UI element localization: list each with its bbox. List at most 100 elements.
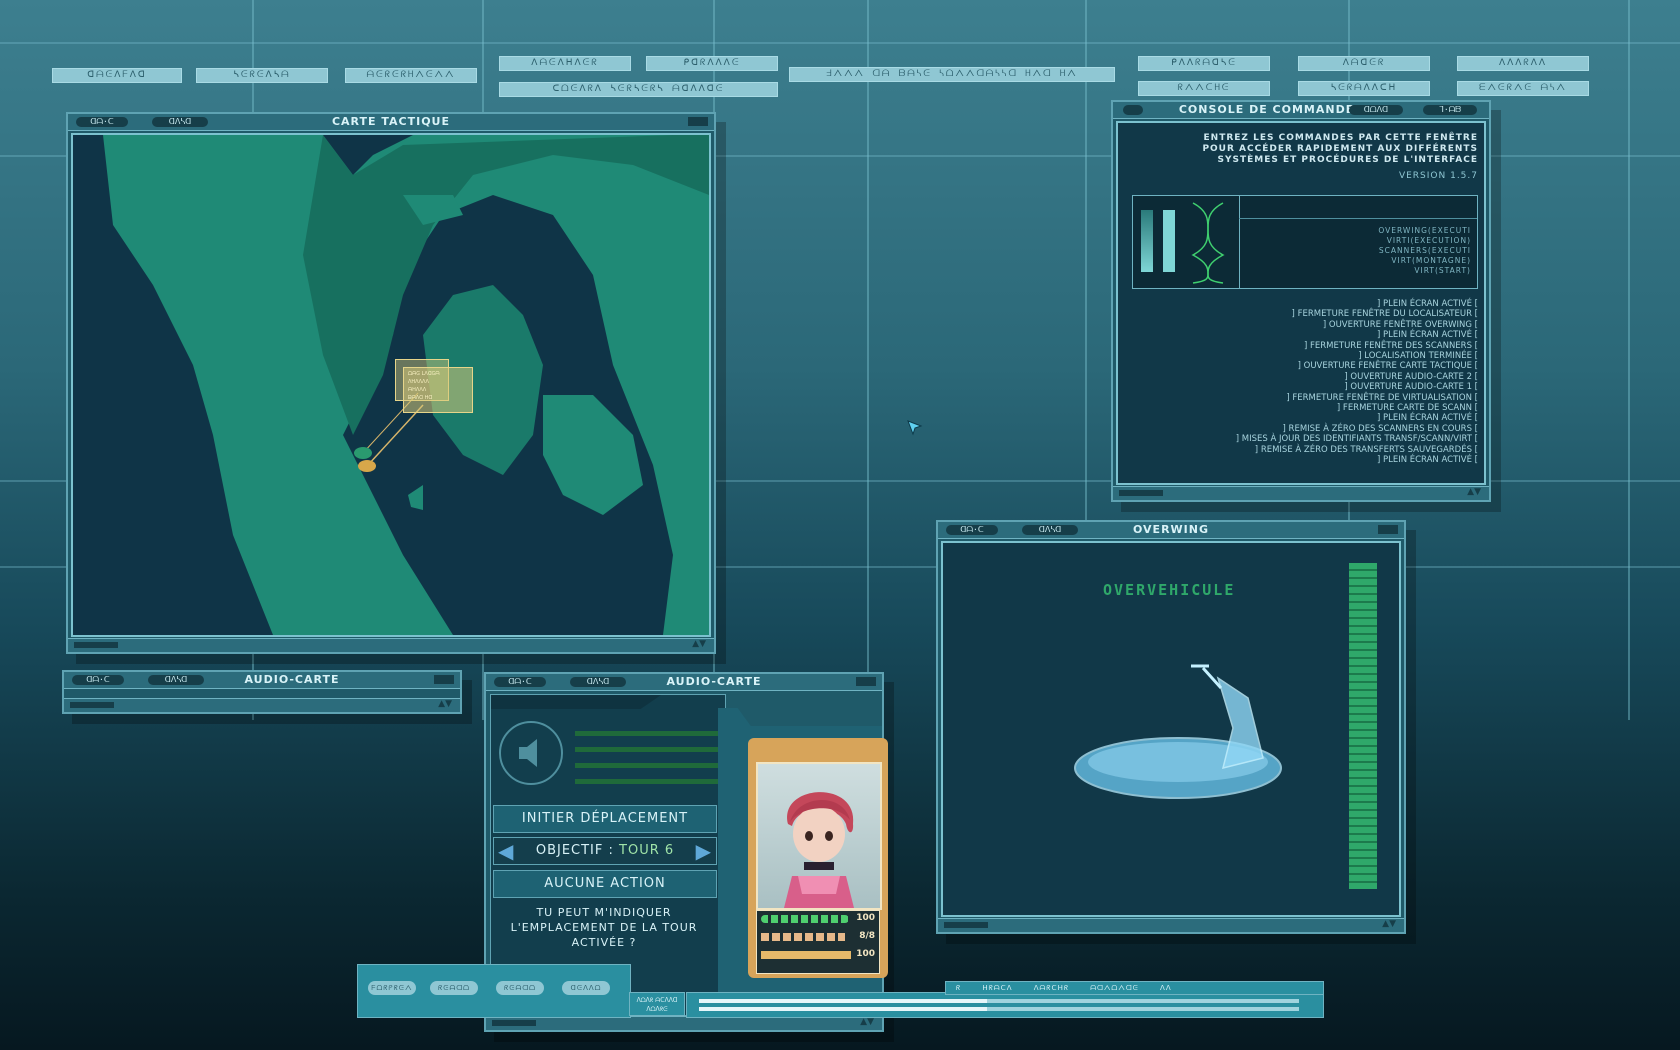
top-menu-button[interactable]: ᖇᐱᐱᑕᕼᕮ	[1138, 81, 1270, 96]
window-title: AUDIO-CARTE	[666, 675, 762, 688]
map-terrain	[73, 135, 709, 635]
progress-track	[699, 999, 1299, 1003]
resize-handle-icon[interactable]	[1119, 490, 1163, 496]
stat-value: 8/8	[859, 931, 875, 941]
initiate-move-button[interactable]: INITIER DÉPLACEMENT	[493, 805, 717, 833]
window-status-bar: ▲▼	[486, 1016, 882, 1030]
log-line: ] FERMETURE FENÊTRE DU LOCALISATEUR [	[1291, 309, 1478, 320]
console-body[interactable]: ENTREZ LES COMMANDES PAR CETTE FENÊTRE P…	[1116, 121, 1486, 485]
window-title: CARTE TACTIQUE	[331, 115, 451, 128]
tactical-map[interactable]: ᗝᗩᕮ ᒪᐱᗡᕮᗩ ᐱᕼᐱᐱᐱᐱ ᗩᕼᐱᐱᐱ ᗷᗩᐱᗡ ᕼᗡ	[71, 133, 711, 637]
status-item: ᗩᗡᐱᗝᐱᗡᕮ	[1090, 984, 1139, 992]
overwing-hologram-icon	[1074, 664, 1282, 799]
scroll-arrows-icon[interactable]: ▲▼	[1382, 919, 1396, 929]
log-line: ] OUVERTURE FENÊTRE OVERWING [	[1322, 319, 1478, 330]
panel-chip-button[interactable]: ᖴᗝᖇᑭᖇᕮᐱ	[368, 981, 416, 995]
overwing-viewer[interactable]: OVERVEHICULE	[941, 541, 1401, 917]
window-controls-icon[interactable]	[1378, 525, 1398, 534]
log-line: ] OUVERTURE AUDIO-CARTE 2 [	[1344, 371, 1478, 382]
top-menu-button[interactable]: ᐱᗩᕮᐱᕼᐱᕮᖇ	[499, 56, 631, 71]
log-line: ] PLEIN ÉCRAN ACTIVÉ [	[1376, 455, 1478, 466]
window-pill[interactable]: ᗡᗩ·ᑕ	[72, 675, 124, 685]
audio-titlebar[interactable]: ᗡᗩ·ᑕ ᗡᐱᓴᗡ AUDIO-CARTE	[486, 674, 882, 691]
top-menu-button[interactable]: ᐱᗩᗡᕮᖇ	[1298, 56, 1430, 71]
tooltip-line: ᐱᕼᐱᐱᐱᐱ	[408, 379, 429, 385]
next-objective-icon[interactable]: ▶	[696, 838, 712, 864]
mouse-cursor-icon	[907, 420, 923, 436]
unit-marker-icon[interactable]	[354, 447, 372, 459]
log-line: ] REMISE À ZÉRO DES SCANNERS EN COURS [	[1282, 423, 1478, 434]
window-status-bar: ▲▼	[1113, 486, 1489, 500]
objective-selector[interactable]: ◀ OBJECTIF : TOUR 6 ▶	[493, 837, 717, 865]
log-line: ] OUVERTURE FENÊTRE CARTE TACTIQUE [	[1297, 361, 1478, 372]
progress-fill	[699, 999, 987, 1003]
window-pill[interactable]: ᗡᗝᐱᗡ	[1349, 105, 1403, 115]
status-item: ᖇ	[956, 984, 962, 992]
overwing-window: ᗡᗩ·ᑕ ᗡᐱᓴᗡ OVERWING OVERVEHICULE ▲▼	[936, 520, 1406, 934]
window-title: OVERWING	[1132, 523, 1209, 536]
character-portrait	[756, 762, 882, 910]
log-line: ] MISES À JOUR DES IDENTIFIANTS TRANSF/S…	[1235, 434, 1478, 445]
top-menu-button[interactable]: ᗴᐱᕮᖇᐱᕮ ᗩᓴᐱ	[1457, 81, 1589, 96]
status-gauge	[1163, 210, 1175, 272]
no-action-button[interactable]: AUCUNE ACTION	[493, 870, 717, 898]
window-controls-icon[interactable]	[688, 117, 708, 126]
top-menu-button[interactable]: ᐱᐱᐱᖇᐱᐱ	[1457, 56, 1589, 71]
status-item: ᐱᗩᖇᑕᕼᖇ	[1033, 984, 1069, 992]
tower-marker-icon[interactable]	[358, 460, 376, 472]
log-line: ] FERMETURE CARTE DE SCANN [	[1336, 403, 1478, 414]
tactical-map-window: ᗡᗩ·ᑕ ᗡᐱᓴᗡ CARTE TACTIQUE ᗝᗩᕮ ᒪᐱᗡᕮᗩ ᐱᕼᐱᐱᐱ…	[66, 112, 716, 654]
tactical-titlebar[interactable]: ᗡᗩ·ᑕ ᗡᐱᓴᗡ CARTE TACTIQUE	[68, 114, 714, 131]
resize-handle-icon[interactable]	[492, 1020, 536, 1026]
console-version: VERSION 1.5.7	[1398, 171, 1478, 181]
window-status-bar: ▲▼	[68, 638, 714, 652]
top-menu-button[interactable]: ᑭᐱᐱᖇᗩᗡᓴᕮ	[1138, 56, 1270, 71]
top-menu-button[interactable]: ᗡᗩᕮᐱᖴᐱᗡ	[52, 68, 182, 83]
log-line: ] PLEIN ÉCRAN ACTIVÉ [	[1376, 413, 1478, 424]
system-status-panel: OVERWING(EXECUTI VIRTI(EXECUTION) SCANNE…	[1132, 195, 1478, 289]
window-pill[interactable]: ᗡᗩ·ᑕ	[494, 677, 546, 687]
command-log: ] PLEIN ÉCRAN ACTIVÉ [ ] FERMETURE FENÊT…	[1236, 299, 1478, 466]
top-menu-button[interactable]: ᓴᕮᖇᕮᐱᓴᗩ	[196, 68, 328, 83]
grid-line	[0, 42, 1680, 44]
top-menu-button[interactable]: ᓴᕮᖇᗩᐱᐱᑕᕼ	[1298, 81, 1430, 96]
top-menu-button[interactable]: ᗩᕮᖇᕮᖇᕼᐱᕮᐱᐱ	[345, 68, 477, 83]
resize-handle-icon[interactable]	[70, 702, 114, 708]
bottom-command-panel: ᖴᗝᖇᑭᖇᕮᐱ ᖇᕮᗩᗡᗝ ᖇᕮᗩᗡᗝ ᗡᕮᐱᐱᗝ	[357, 964, 631, 1018]
scroll-arrows-icon[interactable]: ▲▼	[438, 699, 452, 709]
previous-objective-icon[interactable]: ◀	[498, 838, 514, 864]
status-list: OVERWING(EXECUTI VIRTI(EXECUTION) SCANNE…	[1378, 226, 1471, 275]
vehicle-heading: OVERVEHICULE	[1103, 581, 1236, 599]
top-menu-button[interactable]: ᑕᗝᕮᐱᖇᐱ ᓴᕮᖇᓴᕮᖇᓴ ᗩᗡᐱᐱᗡᕮ	[499, 82, 778, 97]
window-pill[interactable]: ᒣ·ᗩᗷ	[1423, 105, 1477, 115]
panel-chip-button[interactable]: ᗡᕮᐱᐱᗝ	[562, 981, 610, 995]
window-controls-icon[interactable]	[856, 677, 876, 686]
scroll-arrows-icon[interactable]: ▲▼	[1467, 487, 1481, 497]
audio-card-small-window: ᗡᗩ·ᑕ ᗡᐱᓴᗡ AUDIO-CARTE ▲▼	[62, 670, 462, 714]
overwing-titlebar[interactable]: ᗡᗩ·ᑕ ᗡᐱᓴᗡ OVERWING	[938, 522, 1404, 539]
progress-track	[699, 1007, 1299, 1011]
health-dots	[761, 915, 849, 923]
scroll-arrows-icon[interactable]: ▲▼	[860, 1017, 874, 1027]
top-menu-button[interactable]: ᖵᐱᐱᐱ ᗡᗩ ᗷᗩᓴᕮ ᓴᗝᐱᐱᗡᗩᓴᓴᗡ ᕼᐱᗡ ᕼᐱ	[789, 67, 1115, 82]
window-controls-icon[interactable]	[434, 675, 454, 684]
resize-handle-icon[interactable]	[74, 642, 118, 648]
console-titlebar[interactable]: CONSOLE DE COMMANDES ᗡᗝᐱᗡ ᒣ·ᗩᗷ	[1113, 102, 1489, 119]
stat-value: 100	[856, 949, 875, 959]
speaker-icon[interactable]	[499, 721, 563, 785]
audio-small-titlebar[interactable]: ᗡᗩ·ᑕ ᗡᐱᓴᗡ AUDIO-CARTE	[64, 672, 460, 689]
status-strip: ᖇ ᕼᖇᗩᑕᐱ ᐱᗩᖇᑕᕼᖇ ᗩᗡᐱᗝᐱᗡᕮ ᐱᐱ	[945, 981, 1324, 995]
top-menu-button[interactable]: ᑭᗡᖇᐱᐱᐱᕮ	[646, 56, 778, 71]
character-stats: 100 8/8 100	[756, 910, 880, 974]
progress-panel	[686, 992, 1324, 1018]
ammo-blocks	[761, 933, 845, 941]
map-tooltip[interactable]: ᗝᗩᕮ ᒪᐱᗡᕮᗩ ᐱᕼᐱᐱᐱᐱ ᗩᕼᐱᐱᐱ ᗷᗩᐱᗡ ᕼᗡ	[403, 367, 473, 413]
character-card[interactable]: 100 8/8 100	[748, 738, 888, 978]
log-line: ] PLEIN ÉCRAN ACTIVÉ [	[1376, 330, 1478, 341]
log-line: ] FERMETURE FENÊTRE DES SCANNERS [	[1303, 340, 1478, 351]
log-line: ] OUVERTURE AUDIO-CARTE 1 [	[1344, 382, 1478, 393]
panel-chip-button[interactable]: ᖇᕮᗩᗡᗝ	[430, 981, 478, 995]
resize-handle-icon[interactable]	[944, 922, 988, 928]
scroll-arrows-icon[interactable]: ▲▼	[692, 639, 706, 649]
panel-chip-button[interactable]: ᖇᕮᗩᗡᗝ	[496, 981, 544, 995]
